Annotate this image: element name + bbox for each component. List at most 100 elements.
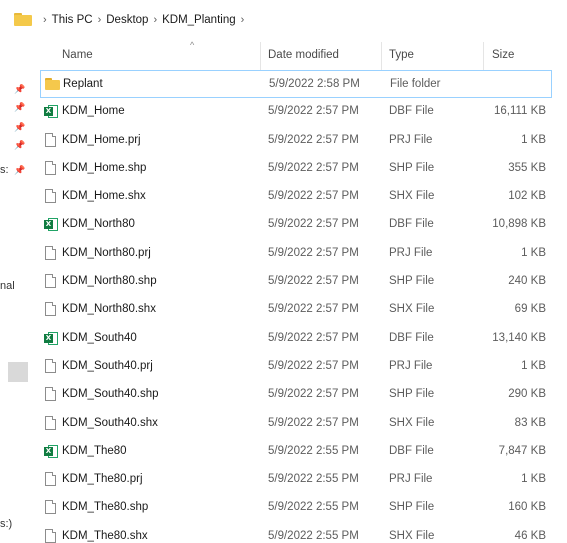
breadcrumb-desktop[interactable]: Desktop <box>106 14 148 26</box>
file-name: KDM_North80.prj <box>62 246 151 259</box>
file-type: PRJ File <box>389 133 433 146</box>
column-header-date[interactable]: Date modified <box>268 49 339 61</box>
file-size: 16,111 KB <box>493 105 546 118</box>
file-row[interactable]: X KDM_Home 5/9/2022 2:57 PM DBF File 16,111 … <box>40 98 552 126</box>
chevron-right-icon[interactable]: › <box>98 14 102 26</box>
file-type: DBF File <box>389 218 434 231</box>
folder-icon <box>14 13 32 26</box>
file-date-modified: 5/9/2022 2:57 PM <box>268 359 359 372</box>
file-date-modified: 5/9/2022 2:57 PM <box>268 161 359 174</box>
file-list: Replant 5/9/2022 2:58 PM File folder X KDM_H… <box>40 70 552 543</box>
file-name: KDM_South40.shp <box>62 388 159 401</box>
file-row[interactable]: Replant 5/9/2022 2:58 PM File folder <box>40 70 552 99</box>
excel-icon: X <box>44 444 58 459</box>
file-date-modified: 5/9/2022 2:57 PM <box>268 105 359 118</box>
file-type: DBF File <box>389 105 434 118</box>
file-size: 69 KB <box>514 303 546 316</box>
pin-icon[interactable]: 📌 <box>14 165 25 175</box>
pin-icon[interactable]: 📌 <box>14 102 25 112</box>
chevron-right-icon[interactable]: › <box>43 14 47 26</box>
file-type: File folder <box>390 78 441 90</box>
file-row[interactable]: KDM_The80.prj 5/9/2022 2:55 PM PRJ File 1 K… <box>40 466 552 494</box>
file-row[interactable]: KDM_South40.shp 5/9/2022 2:57 PM SHP File 2… <box>40 381 552 409</box>
file-size: 290 KB <box>508 388 546 401</box>
file-icon <box>44 274 58 289</box>
navigation-pane: 📌 📌 📌 📌 📌 s: nal s:) <box>0 40 30 543</box>
file-date-modified: 5/9/2022 2:57 PM <box>268 275 359 288</box>
column-header-row: ^ Name Date modified Type Size <box>40 40 567 72</box>
excel-icon: X <box>44 104 58 119</box>
file-row[interactable]: KDM_Home.prj 5/9/2022 2:57 PM PRJ File 1 KB <box>40 127 552 155</box>
file-date-modified: 5/9/2022 2:55 PM <box>268 501 359 514</box>
file-type: SHP File <box>389 388 435 401</box>
file-name: KDM_Home.prj <box>62 133 141 146</box>
excel-icon: X <box>44 331 58 346</box>
file-size: 160 KB <box>508 501 546 514</box>
file-type: SHX File <box>389 303 435 316</box>
nav-item-fragment[interactable]: nal <box>0 280 15 292</box>
file-icon <box>44 387 58 402</box>
file-row[interactable]: X KDM_South40 5/9/2022 2:57 PM DBF File 13,1… <box>40 325 552 353</box>
pin-icon[interactable]: 📌 <box>14 140 25 150</box>
column-divider[interactable] <box>381 42 382 70</box>
file-date-modified: 5/9/2022 2:57 PM <box>268 416 359 429</box>
breadcrumb-this-pc[interactable]: This PC <box>52 14 93 26</box>
file-row[interactable]: KDM_The80.shx 5/9/2022 2:55 PM SHX File 46 … <box>40 523 552 543</box>
file-date-modified: 5/9/2022 2:55 PM <box>268 473 359 486</box>
file-name: KDM_The80.shp <box>62 501 149 514</box>
chevron-right-icon[interactable]: › <box>241 14 245 26</box>
file-date-modified: 5/9/2022 2:57 PM <box>268 388 359 401</box>
file-type: SHX File <box>389 529 435 542</box>
pin-icon[interactable]: 📌 <box>14 122 25 132</box>
file-name: KDM_The80 <box>62 444 127 457</box>
column-header-size[interactable]: Size <box>492 49 514 61</box>
file-row[interactable]: KDM_North80.prj 5/9/2022 2:57 PM PRJ File 1… <box>40 240 552 268</box>
file-size: 1 KB <box>521 246 546 259</box>
file-row[interactable]: KDM_North80.shp 5/9/2022 2:57 PM SHP File 2… <box>40 268 552 296</box>
file-name: KDM_North80.shp <box>62 275 157 288</box>
file-icon <box>44 500 58 515</box>
file-row[interactable]: KDM_South40.prj 5/9/2022 2:57 PM PRJ File 1… <box>40 353 552 381</box>
nav-item-selected[interactable] <box>8 362 28 382</box>
file-name: Replant <box>63 78 103 90</box>
file-icon <box>44 189 58 204</box>
file-size: 7,847 KB <box>498 444 546 457</box>
nav-item-fragment[interactable]: s: <box>0 164 9 176</box>
file-row[interactable]: KDM_North80.shx 5/9/2022 2:57 PM SHX File 6… <box>40 296 552 324</box>
file-name: KDM_South40.shx <box>62 416 158 429</box>
folder-icon <box>45 77 60 92</box>
chevron-right-icon[interactable]: › <box>153 14 157 26</box>
file-icon <box>44 245 58 261</box>
file-date-modified: 5/9/2022 2:57 PM <box>268 133 359 146</box>
file-size: 355 KB <box>508 161 546 174</box>
file-row[interactable]: X KDM_North80 5/9/2022 2:57 PM DBF File 10,8… <box>40 211 552 239</box>
file-size: 13,140 KB <box>492 331 546 344</box>
pin-icon[interactable]: 📌 <box>14 84 25 94</box>
file-row[interactable]: KDM_Home.shx 5/9/2022 2:57 PM SHX File 102 … <box>40 183 552 211</box>
file-row[interactable]: X KDM_The80 5/9/2022 2:55 PM DBF File 7,847 … <box>40 438 552 466</box>
file-size: 46 KB <box>514 529 546 542</box>
file-date-modified: 5/9/2022 2:57 PM <box>268 303 359 316</box>
file-name: KDM_The80.prj <box>62 473 143 486</box>
file-date-modified: 5/9/2022 2:55 PM <box>268 444 359 457</box>
file-name: KDM_South40.prj <box>62 359 153 372</box>
breadcrumb-kdm-planting[interactable]: KDM_Planting <box>162 14 236 26</box>
file-size: 1 KB <box>521 133 546 146</box>
file-name: KDM_Home.shx <box>62 190 146 203</box>
file-row[interactable]: KDM_South40.shx 5/9/2022 2:57 PM SHX File 8… <box>40 410 552 438</box>
address-bar[interactable]: › This PC › Desktop › KDM_Planting › <box>0 0 567 40</box>
file-type: PRJ File <box>389 246 433 259</box>
file-row[interactable]: KDM_The80.shp 5/9/2022 2:55 PM SHP File 160… <box>40 494 552 522</box>
file-icon <box>44 415 58 431</box>
file-date-modified: 5/9/2022 2:58 PM <box>269 78 360 90</box>
column-divider[interactable] <box>483 42 484 70</box>
column-header-name[interactable]: Name <box>62 49 93 61</box>
file-row[interactable]: KDM_Home.shp 5/9/2022 2:57 PM SHP File 355 … <box>40 155 552 183</box>
file-size: 1 KB <box>521 359 546 372</box>
column-divider[interactable] <box>260 42 261 70</box>
column-header-type[interactable]: Type <box>389 49 414 61</box>
file-name: KDM_North80 <box>62 218 135 231</box>
nav-item-fragment[interactable]: s:) <box>0 518 12 530</box>
file-icon <box>44 472 58 487</box>
excel-icon: X <box>44 217 58 232</box>
